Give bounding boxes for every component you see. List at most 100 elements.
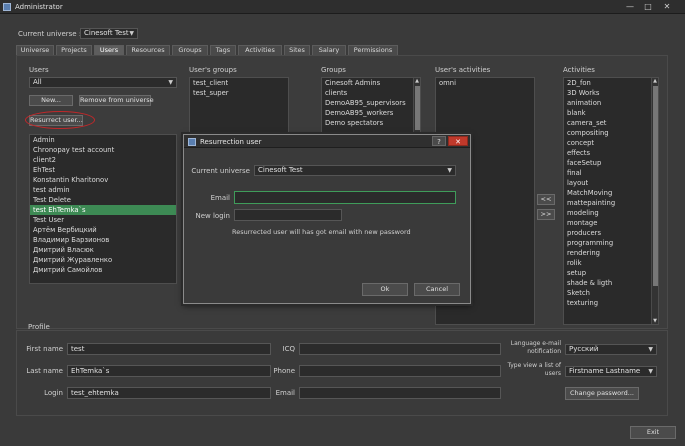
list-item[interactable]: Demo spectators (322, 118, 420, 128)
list-item[interactable]: clients (322, 88, 420, 98)
list-item[interactable]: Sketch (564, 288, 658, 298)
firstname-field[interactable]: test (67, 343, 271, 355)
dialog-newlogin-label: New login (195, 212, 230, 220)
dialog-cancel-button[interactable]: Cancel (414, 283, 460, 296)
list-item[interactable]: MatchMoving (564, 188, 658, 198)
list-item[interactable]: Дмитрий Журавленко (30, 255, 176, 265)
list-item[interactable]: Артём Вербицкий (30, 225, 176, 235)
list-item[interactable]: Cinesoft Admins (322, 78, 420, 88)
dialog-newlogin-input[interactable] (234, 209, 342, 221)
list-item[interactable]: omni (436, 78, 534, 88)
change-password-button[interactable]: Change password... (565, 387, 639, 400)
chevron-down-icon: ▼ (129, 30, 134, 37)
list-item[interactable]: setup (564, 268, 658, 278)
users-activities-label: User's activities (435, 66, 491, 74)
list-item[interactable]: camera_set (564, 118, 658, 128)
list-item[interactable]: DemoAB95_workers (322, 108, 420, 118)
activities-list[interactable]: 2D_fon 3D Works animation blank camera_s… (563, 77, 659, 325)
current-universe-select[interactable]: Cinesoft Test ▼ (80, 28, 138, 39)
list-item[interactable]: texturing (564, 298, 658, 308)
users-label: Users (29, 66, 49, 74)
phone-field[interactable] (299, 365, 501, 377)
scroll-down-icon[interactable]: ▼ (652, 318, 658, 324)
users-filter-value: All (33, 78, 42, 86)
dialog-app-icon (188, 138, 196, 146)
list-item[interactable]: shade & ligth (564, 278, 658, 288)
firstname-label: First name (26, 345, 63, 353)
minimize-button[interactable]: — (624, 2, 636, 12)
new-user-button[interactable]: New... (29, 95, 73, 106)
list-item[interactable]: programming (564, 238, 658, 248)
remove-from-universe-button[interactable]: Remove from universe (79, 95, 154, 106)
list-item[interactable]: modeling (564, 208, 658, 218)
lastname-label: Last name (26, 367, 63, 375)
list-item[interactable]: 3D Works (564, 88, 658, 98)
icq-field[interactable] (299, 343, 501, 355)
chevron-down-icon: ▼ (447, 167, 452, 174)
list-item[interactable]: rolik (564, 258, 658, 268)
view-list-value: Firstname Lastname (569, 367, 641, 375)
list-item[interactable]: Test Delete (30, 195, 176, 205)
email-label: Email (275, 389, 295, 397)
view-list-label: Type view a list of users (507, 362, 562, 377)
language-notification-label: Language e-mail notification (510, 340, 561, 355)
phone-label: Phone (273, 367, 295, 375)
list-item[interactable]: Владимир Барзионов (30, 235, 176, 245)
language-select[interactable]: Русский ▼ (565, 344, 657, 355)
list-item[interactable]: producers (564, 228, 658, 238)
scroll-up-icon[interactable]: ▲ (652, 78, 658, 84)
users-groups-label: User's groups (189, 66, 237, 74)
list-item[interactable]: blank (564, 108, 658, 118)
dialog-close-button[interactable]: ✕ (448, 136, 468, 146)
list-item[interactable]: 2D_fon (564, 78, 658, 88)
list-item[interactable]: final (564, 168, 658, 178)
resurrection-dialog: Resurrection user ? ✕ Current universe C… (183, 134, 471, 304)
lastname-field[interactable]: EhTemka`s (67, 365, 271, 377)
list-item[interactable]: Chronopay test account (30, 145, 176, 155)
chevron-down-icon: ▼ (648, 346, 653, 353)
list-item[interactable]: test_client (190, 78, 288, 88)
help-icon[interactable]: ? (432, 136, 446, 146)
list-item[interactable]: mattepainting (564, 198, 658, 208)
login-field[interactable]: test_ehtemka (67, 387, 271, 399)
scroll-thumb[interactable] (415, 86, 420, 130)
list-item[interactable]: concept (564, 138, 658, 148)
list-item[interactable]: animation (564, 98, 658, 108)
list-item[interactable]: EhTest (30, 165, 176, 175)
list-item[interactable]: Test User (30, 215, 176, 225)
close-button[interactable]: ✕ (661, 2, 673, 12)
list-item[interactable]: DemoAB95_supervisors (322, 98, 420, 108)
scroll-thumb[interactable] (653, 86, 658, 286)
list-item-selected[interactable]: test EhTemka`s (30, 205, 176, 215)
users-list[interactable]: Admin Chronopay test account client2 EhT… (29, 134, 177, 284)
users-filter-select[interactable]: All ▼ (29, 77, 177, 88)
current-universe-value: Cinesoft Test (84, 29, 129, 37)
maximize-button[interactable]: □ (642, 2, 654, 12)
list-item[interactable]: faceSetup (564, 158, 658, 168)
list-item[interactable]: Admin (30, 135, 176, 145)
view-list-select[interactable]: Firstname Lastname ▼ (565, 366, 657, 377)
chevron-down-icon: ▼ (168, 79, 173, 86)
list-item[interactable]: rendering (564, 248, 658, 258)
move-right-button[interactable]: >> (537, 209, 555, 220)
exit-button[interactable]: Exit (630, 426, 676, 439)
scroll-up-icon[interactable]: ▲ (414, 78, 420, 84)
list-item[interactable]: Дмитрий Власюк (30, 245, 176, 255)
list-item[interactable]: layout (564, 178, 658, 188)
list-item[interactable]: compositing (564, 128, 658, 138)
activities-scrollbar[interactable]: ▲ ▼ (651, 78, 658, 324)
window-titlebar: Administrator — □ ✕ (0, 0, 685, 14)
list-item[interactable]: Дмитрий Самойлов (30, 265, 176, 275)
list-item[interactable]: client2 (30, 155, 176, 165)
move-left-button[interactable]: << (537, 194, 555, 205)
list-item[interactable]: test_super (190, 88, 288, 98)
dialog-universe-select[interactable]: Cinesoft Test ▼ (254, 165, 456, 176)
list-item[interactable]: test admin (30, 185, 176, 195)
email-field[interactable] (299, 387, 501, 399)
dialog-email-input[interactable] (234, 191, 456, 204)
list-item[interactable]: effects (564, 148, 658, 158)
dialog-ok-button[interactable]: Ok (362, 283, 408, 296)
chevron-down-icon: ▼ (648, 368, 653, 375)
list-item[interactable]: Konstantin Kharitonov (30, 175, 176, 185)
list-item[interactable]: montage (564, 218, 658, 228)
